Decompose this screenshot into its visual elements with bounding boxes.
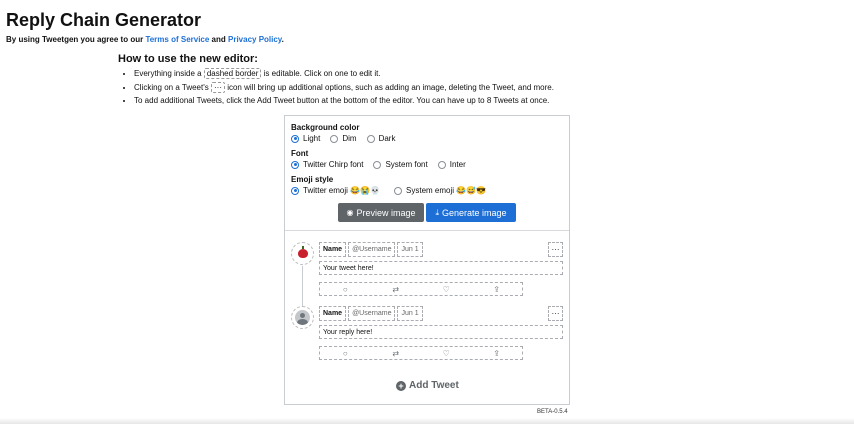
tweet-meta: Name @Username Jun 1 [319, 242, 425, 257]
background-dark-radio[interactable]: Dark [366, 134, 395, 143]
tweet-meta: Name @Username Jun 1 [319, 306, 425, 321]
retweet-icon[interactable]: ⇄ [381, 349, 411, 358]
username-field[interactable]: @Username [348, 306, 396, 321]
plus-icon: + [396, 380, 406, 391]
dashed-border-example: dashed border [203, 68, 262, 79]
font-system-radio[interactable]: System font [373, 160, 428, 169]
font-inter-radio[interactable]: Inter [437, 160, 466, 169]
share-icon[interactable]: ⇪ [482, 349, 512, 358]
tweet-actions[interactable]: ○ ⇄ ♡ ⇪ [319, 346, 523, 360]
font-radio-group: Twitter Chirp font System font Inter [291, 160, 476, 169]
tweet-card: Name @Username Jun 1 ··· Your tweet here… [291, 242, 563, 306]
username-field[interactable]: @Username [348, 242, 396, 257]
font-chirp-radio[interactable]: Twitter Chirp font [291, 160, 363, 169]
tweet-actions[interactable]: ○ ⇄ ♡ ⇪ [319, 282, 523, 296]
terms-of-service-link[interactable]: Terms of Service [145, 35, 209, 44]
reply-icon[interactable]: ○ [330, 285, 360, 294]
font-label: Font [291, 149, 309, 158]
howto-item: To add additional Tweets, click the Add … [134, 94, 554, 108]
page-bottom-edge [0, 418, 854, 424]
divider [285, 230, 569, 231]
howto-item: Everything inside a dashed border is edi… [134, 67, 554, 81]
tweet-card: Name @Username Jun 1 ··· Your reply here… [291, 306, 563, 364]
tweet-text-field[interactable]: Your tweet here! [319, 261, 563, 275]
more-options-icon[interactable]: ··· [548, 306, 563, 321]
reply-icon[interactable]: ○ [330, 349, 360, 358]
version-label: BETA-0.5.4 [537, 409, 568, 415]
emoji-radio-group: Twitter emoji 😂😭💀 System emoji 😂😅😎 [291, 186, 496, 195]
thread-line [302, 266, 303, 306]
like-icon[interactable]: ♡ [431, 349, 461, 358]
generate-image-button[interactable]: ⤓ Generate image [426, 203, 516, 222]
howto-item: Clicking on a Tweet's ··· icon will brin… [134, 81, 554, 95]
tweet-text-field[interactable]: Your reply here! [319, 325, 563, 339]
download-icon: ⤓ [435, 207, 439, 217]
eye-icon: ◉ [346, 208, 354, 217]
like-icon[interactable]: ♡ [431, 285, 461, 294]
apple-avatar[interactable] [291, 242, 314, 265]
date-field[interactable]: Jun 1 [397, 306, 423, 321]
date-field[interactable]: Jun 1 [397, 242, 423, 257]
tweet-editor: Background color Light Dim Dark Font Twi… [284, 115, 570, 405]
name-field[interactable]: Name [319, 242, 347, 257]
emoji-system-radio[interactable]: System emoji 😂😅😎 [394, 186, 486, 195]
emoji-style-label: Emoji style [291, 175, 334, 184]
retweet-icon[interactable]: ⇄ [381, 285, 411, 294]
background-dim-radio[interactable]: Dim [330, 134, 357, 143]
background-radio-group: Light Dim Dark [291, 134, 405, 143]
terms-notice: By using Tweetgen you agree to our Terms… [6, 35, 284, 44]
howto-title: How to use the new editor: [118, 53, 258, 65]
emoji-twitter-radio[interactable]: Twitter emoji 😂😭💀 [291, 186, 380, 195]
background-label: Background color [291, 123, 360, 132]
person-icon [295, 310, 310, 325]
background-light-radio[interactable]: Light [291, 134, 320, 143]
preview-image-button[interactable]: ◉ Preview image [338, 203, 424, 222]
privacy-policy-link[interactable]: Privacy Policy [228, 35, 282, 44]
default-person-avatar[interactable] [291, 306, 314, 329]
howto-list: Everything inside a dashed border is edi… [134, 67, 554, 108]
name-field[interactable]: Name [319, 306, 347, 321]
more-options-icon[interactable]: ··· [548, 242, 563, 257]
share-icon[interactable]: ⇪ [482, 285, 512, 294]
apple-icon [297, 246, 308, 258]
page-title: Reply Chain Generator [6, 10, 202, 30]
add-tweet-button[interactable]: + Add Tweet [396, 380, 459, 391]
more-example-icon: ··· [210, 81, 225, 93]
